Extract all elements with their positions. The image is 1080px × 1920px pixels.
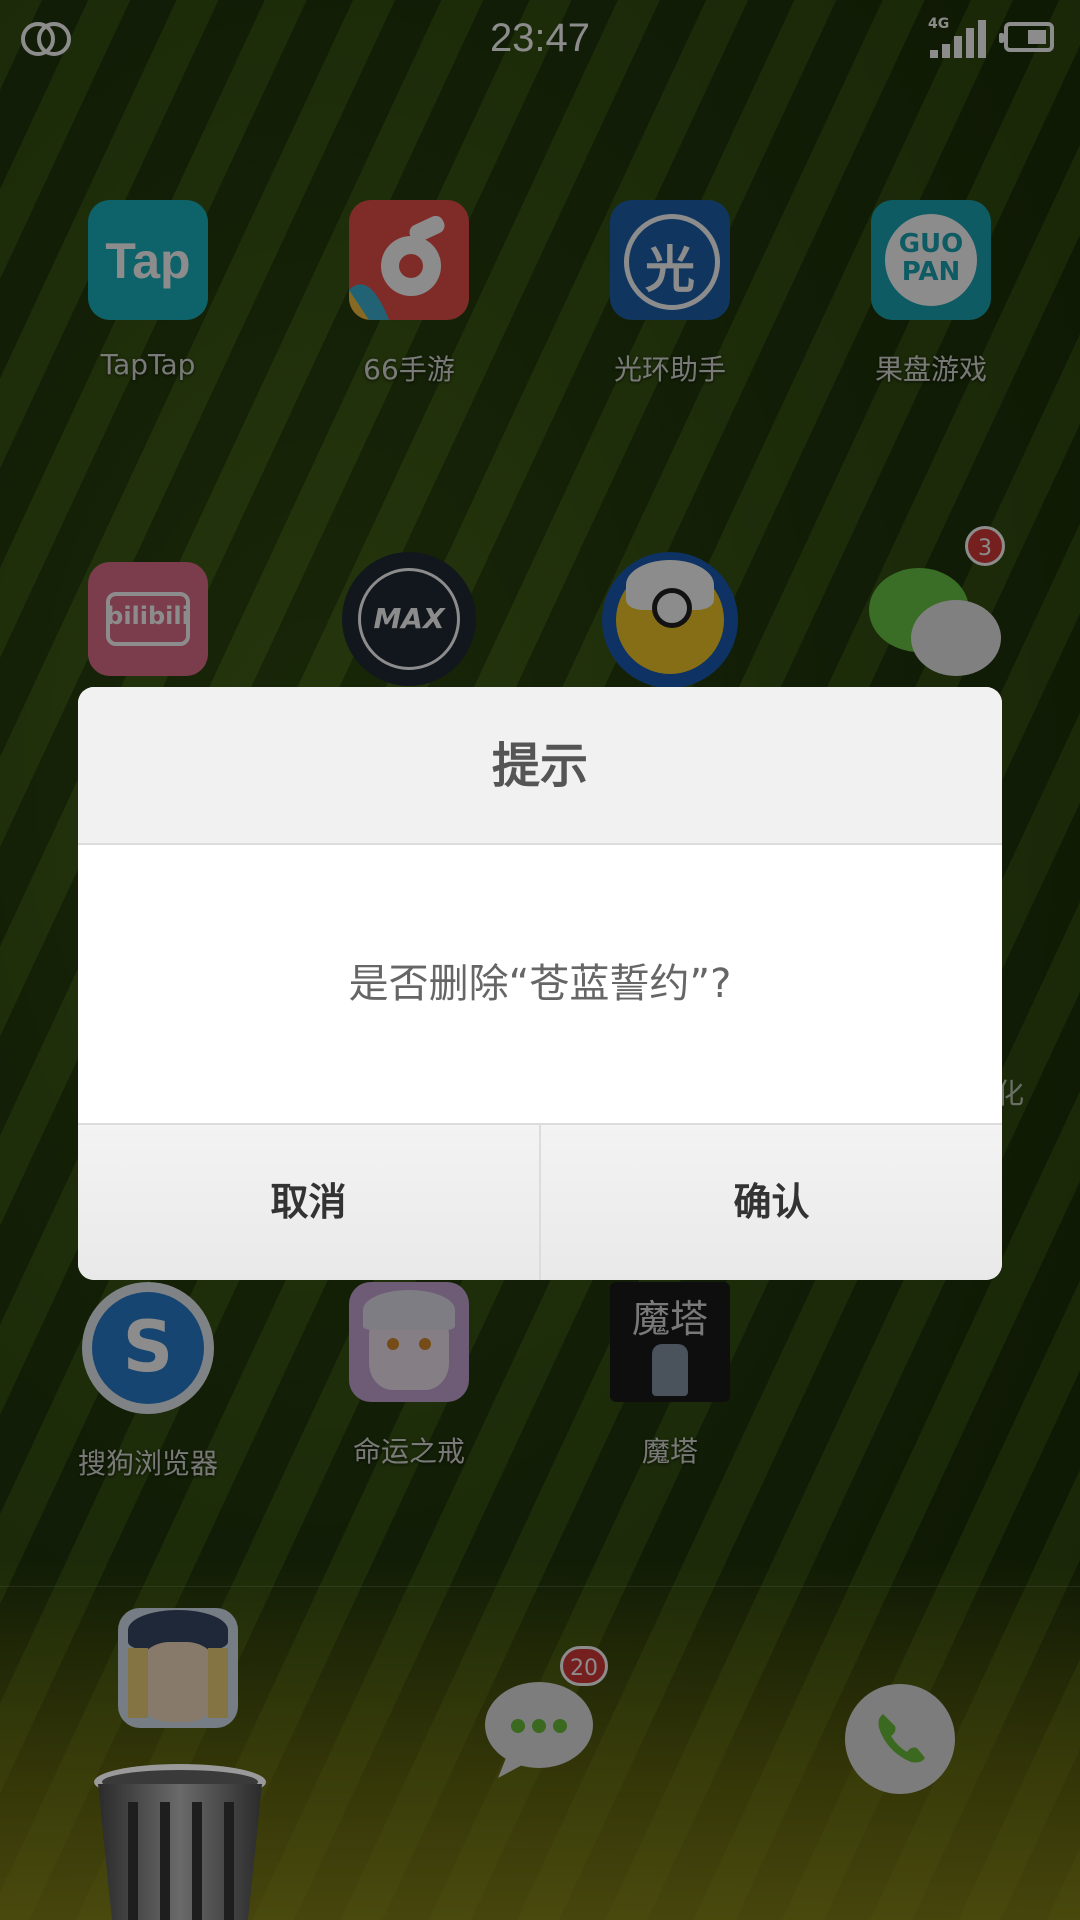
delete-confirm-dialog: 提示 是否删除“苍蓝誓约”? 取消 确认: [78, 687, 1002, 1280]
cancel-button[interactable]: 取消: [78, 1125, 539, 1280]
trash-icon[interactable]: [92, 1762, 268, 1920]
dialog-message: 是否删除“苍蓝誓约”?: [78, 845, 1002, 1123]
dialog-title: 提示: [78, 687, 1002, 845]
dialog-actions: 取消 确认: [78, 1123, 1002, 1280]
confirm-button[interactable]: 确认: [539, 1125, 1002, 1280]
